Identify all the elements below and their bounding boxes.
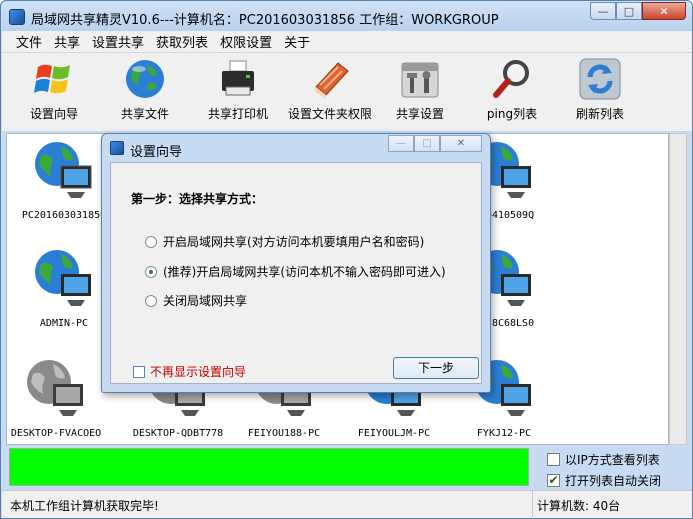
- radio-label: 关闭局域网共享: [163, 294, 248, 308]
- radio-label: (推荐)开启局域网共享(访问本机不输入密码即可进入): [163, 265, 446, 279]
- folder-book-icon: [308, 57, 352, 101]
- window-controls: — □ ✕: [590, 2, 686, 21]
- dialog-minimize-button[interactable]: —: [388, 135, 414, 152]
- menu-get-list[interactable]: 获取列表: [150, 32, 214, 51]
- dialog-close-button[interactable]: ✕: [440, 135, 482, 152]
- menu-permissions[interactable]: 权限设置: [214, 32, 278, 51]
- radio-button[interactable]: [145, 294, 157, 307]
- windows-logo-icon: [32, 57, 76, 101]
- share-files-button[interactable]: 共享文件: [115, 57, 175, 122]
- ping-list-label: ping列表: [486, 107, 538, 121]
- ping-list-button[interactable]: ping列表: [482, 57, 542, 122]
- setup-wizard-button[interactable]: 设置向导: [24, 57, 84, 122]
- toolbar: 设置向导 共享文件 共享打印机 设置文件夹权限 共享设置 ping列表 刷新列表: [2, 53, 692, 131]
- globe-icon: [123, 57, 167, 101]
- share-files-label: 共享文件: [120, 107, 169, 121]
- main-window: 局域网共享精灵V10.6---计算机名：PC201603031856 工作组：W…: [0, 0, 693, 519]
- auto-close-checkbox[interactable]: ✔ 打开列表自动关闭: [547, 472, 661, 489]
- share-settings-label: 共享设置: [395, 107, 444, 121]
- computer-count: 计算机数: 40台: [532, 491, 624, 519]
- window-title: 局域网共享精灵V10.6---计算机名：PC201603031856 工作组：W…: [31, 13, 499, 28]
- setup-wizard-label: 设置向导: [29, 107, 78, 121]
- auto-close-label: 打开列表自动关闭: [565, 474, 662, 488]
- setup-wizard-dialog: 设置向导 — □ ✕ 第一步：选择共享方式： 开启局域网共享(对方访问本机要填用…: [101, 133, 491, 393]
- tools-icon: [398, 57, 442, 101]
- computer-name: FEIYOULJM-PC: [357, 428, 431, 439]
- next-step-button[interactable]: 下一步: [393, 357, 479, 379]
- checkmark-icon[interactable]: ✔: [547, 474, 560, 487]
- magnifier-icon: [490, 57, 534, 101]
- maximize-button[interactable]: □: [616, 2, 642, 20]
- share-without-password-radio[interactable]: (推荐)开启局域网共享(访问本机不输入密码即可进入): [145, 263, 446, 280]
- folder-permissions-label: 设置文件夹权限: [287, 107, 372, 121]
- status-bar: 本机工作组计算机获取完毕! 计算机数: 40台: [2, 490, 692, 519]
- radio-button-selected[interactable]: [145, 265, 157, 278]
- checkbox-box[interactable]: [133, 365, 145, 378]
- folder-permissions-button[interactable]: 设置文件夹权限: [284, 57, 376, 122]
- dialog-title-bar: 设置向导 — □ ✕: [102, 134, 490, 162]
- dialog-maximize-button[interactable]: □: [414, 135, 440, 152]
- refresh-icon: [578, 57, 622, 101]
- share-printer-label: 共享打印机: [207, 107, 268, 121]
- printer-icon: [216, 57, 260, 101]
- radio-label: 开启局域网共享(对方访问本机要填用户名和密码): [163, 235, 425, 249]
- computer-name: DESKTOP-FVACOEO: [10, 428, 102, 439]
- dialog-body: 第一步：选择共享方式： 开启局域网共享(对方访问本机要填用户名和密码) (推荐)…: [110, 162, 482, 384]
- dont-show-wizard-label: 不再显示设置向导: [150, 365, 247, 379]
- disable-share-radio[interactable]: 关闭局域网共享: [145, 292, 247, 309]
- menu-share[interactable]: 共享: [48, 32, 86, 51]
- ip-view-label: 以IP方式查看列表: [565, 453, 660, 467]
- menu-about[interactable]: 关于: [278, 32, 316, 51]
- dialog-window-controls: — □ ✕: [388, 135, 482, 152]
- step-heading: 第一步：选择共享方式：: [131, 192, 264, 206]
- share-with-password-radio[interactable]: 开启局域网共享(对方访问本机要填用户名和密码): [145, 233, 424, 250]
- refresh-list-button[interactable]: 刷新列表: [570, 57, 630, 122]
- share-settings-button[interactable]: 共享设置: [390, 57, 450, 122]
- close-button[interactable]: ✕: [642, 2, 686, 20]
- computer-name: DESKTOP-QDBT778: [132, 428, 224, 439]
- vertical-scrollbar[interactable]: [669, 133, 687, 445]
- menu-file[interactable]: 文件: [10, 32, 48, 51]
- menu-bar: 文件 共享 设置共享 获取列表 权限设置 关于: [2, 31, 692, 53]
- progress-fill: [10, 449, 528, 485]
- ip-view-checkbox[interactable]: 以IP方式查看列表: [547, 451, 660, 468]
- computer-name: FEIYOU188-PC: [247, 428, 321, 439]
- app-icon: [9, 9, 25, 25]
- computer-name: FYKJ12-PC: [476, 428, 532, 439]
- dialog-app-icon: [110, 141, 124, 155]
- checkbox-box[interactable]: [547, 453, 560, 466]
- menu-share-settings[interactable]: 设置共享: [86, 32, 150, 51]
- radio-button[interactable]: [145, 235, 157, 248]
- status-message: 本机工作组计算机获取完毕!: [10, 499, 159, 513]
- offline-computer-icon: [23, 356, 89, 422]
- title-bar: 局域网共享精灵V10.6---计算机名：PC201603031856 工作组：W…: [1, 1, 692, 31]
- network-computer-icon: [31, 138, 97, 204]
- share-printer-button[interactable]: 共享打印机: [202, 57, 274, 122]
- network-computer-icon: [31, 246, 97, 312]
- dont-show-wizard-checkbox[interactable]: 不再显示设置向导: [133, 363, 246, 380]
- minimize-button[interactable]: —: [590, 2, 616, 20]
- progress-bar: [9, 448, 529, 486]
- dialog-title: 设置向导: [130, 145, 183, 160]
- refresh-list-label: 刷新列表: [575, 107, 624, 121]
